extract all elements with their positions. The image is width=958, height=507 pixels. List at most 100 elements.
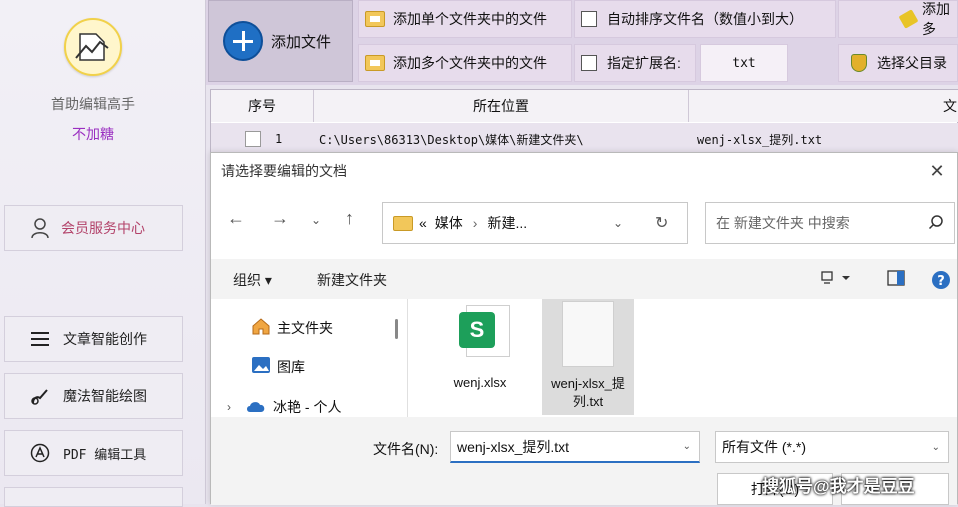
folder-icon xyxy=(393,215,413,231)
file-item-xlsx[interactable]: S wenj.xlsx xyxy=(434,299,526,415)
toolbar: 添加文件 添加单个文件夹中的文件 添加多个文件夹中的文件 自动排序文件名（数值小… xyxy=(206,0,958,85)
row-filename: wenj-xlsx_提列.txt xyxy=(697,132,823,147)
filename-value: wenj-xlsx_提列.txt xyxy=(457,438,570,455)
add-multi-folder-button[interactable]: 添加多个文件夹中的文件 xyxy=(358,44,572,82)
expand-chevron-icon[interactable]: › xyxy=(227,400,231,414)
svg-text:?: ? xyxy=(937,274,945,289)
auto-sort-checkbox[interactable] xyxy=(581,11,597,27)
specify-ext-label: 指定扩展名: xyxy=(607,55,681,71)
auto-sort-checkbox-row[interactable]: 自动排序文件名（数值小到大） xyxy=(574,0,836,38)
spreadsheet-icon: S xyxy=(459,305,510,357)
sidebar-item-label: 文章智能创作 xyxy=(63,331,147,347)
file-name: wenj.xlsx xyxy=(453,375,507,390)
up-icon[interactable]: ↑ xyxy=(345,208,354,229)
nav-item-label: 主文件夹 xyxy=(277,319,333,336)
filename-input[interactable]: wenj-xlsx_提列.txt ⌄ xyxy=(450,431,700,463)
preview-pane-icon[interactable] xyxy=(887,270,905,289)
add-file-button[interactable]: 添加文件 xyxy=(208,0,353,82)
specify-ext-checkbox-row[interactable]: 指定扩展名: xyxy=(574,44,696,82)
gallery-icon xyxy=(251,356,271,377)
sidebar-item-drawing[interactable]: 魔法智能绘图 xyxy=(4,373,183,419)
sidebar-item-article[interactable]: 文章智能创作 xyxy=(4,316,183,362)
nav-item-label: 冰艳 - 个人 xyxy=(273,399,342,415)
filename-label: 文件名(N): xyxy=(373,441,439,457)
brush-icon xyxy=(29,385,51,407)
column-header-index[interactable]: 序号 xyxy=(211,90,314,122)
forward-icon[interactable]: → xyxy=(271,208,289,229)
nav-item-onedrive[interactable]: › 冰艳 - 个人 xyxy=(227,397,341,417)
text-file-icon xyxy=(562,301,614,367)
sidebar-item-label: PDF 编辑工具 xyxy=(63,447,147,463)
address-prefix: « xyxy=(419,215,427,231)
add-single-folder-label: 添加单个文件夹中的文件 xyxy=(393,11,547,27)
app-logo xyxy=(64,18,122,76)
sidebar-item-label: 魔法智能绘图 xyxy=(63,388,147,404)
back-icon[interactable]: ← xyxy=(227,208,245,229)
file-name: wenj-xlsx_提列.txt xyxy=(551,376,625,409)
refresh-icon[interactable]: ↻ xyxy=(655,213,668,233)
chevron-down-icon[interactable]: ⌄ xyxy=(683,441,691,452)
sidebar-item-pdf[interactable]: PDF 编辑工具 xyxy=(4,430,183,476)
add-single-folder-button[interactable]: 添加单个文件夹中的文件 xyxy=(358,0,572,38)
view-options-icon[interactable] xyxy=(819,270,853,289)
file-type-value: 所有文件 (*.*) xyxy=(722,439,806,455)
select-parent-dir-label: 选择父目录 xyxy=(877,55,947,71)
close-icon[interactable]: ✕ xyxy=(923,157,951,185)
address-bar[interactable]: « 媒体 › 新建... ⌄ ↻ xyxy=(382,202,688,244)
plus-circle-icon xyxy=(223,21,263,61)
command-bar: 组织 ▾ 新建文件夹 ? xyxy=(211,259,957,299)
table-row[interactable]: 1 C:\Users\86313\Desktop\媒体\新建文件夹\ wenj-… xyxy=(211,123,958,155)
pdf-icon xyxy=(29,442,51,464)
open-file-dialog: 请选择要编辑的文档 ✕ ← → ⌄ ↑ « 媒体 › 新建... ⌄ ↻ 在 新… xyxy=(210,152,958,505)
search-icon xyxy=(928,214,944,233)
row-index: 1 xyxy=(275,132,283,146)
specify-ext-checkbox[interactable] xyxy=(581,55,597,71)
help-icon[interactable]: ? xyxy=(931,270,951,293)
watermark: 搜狐号@我才是豆豆 xyxy=(762,477,915,496)
dialog-title: 请选择要编辑的文档 xyxy=(221,163,347,179)
column-header-location[interactable]: 所在位置 xyxy=(314,90,689,122)
add-more-button[interactable]: 添加多 xyxy=(838,0,958,38)
add-multi-folder-label: 添加多个文件夹中的文件 xyxy=(393,55,547,71)
extension-input[interactable]: txt xyxy=(700,44,788,82)
row-checkbox[interactable] xyxy=(245,123,263,155)
new-folder-button[interactable]: 新建文件夹 xyxy=(317,270,387,290)
search-input[interactable]: 在 新建文件夹 中搜索 xyxy=(705,202,955,244)
nav-scrollbar[interactable] xyxy=(395,319,398,339)
nav-item-home[interactable]: 主文件夹 xyxy=(251,317,333,338)
address-dropdown-icon[interactable]: ⌄ xyxy=(613,216,623,230)
app-name: 首助编辑高手 xyxy=(51,96,135,112)
member-center-button[interactable]: 会员服务中心 xyxy=(4,205,183,251)
shield-icon xyxy=(851,54,867,72)
file-item-txt[interactable]: wenj-xlsx_提列.txt xyxy=(542,299,634,415)
sidebar: 首助编辑高手 不加糖 会员服务中心 文章智能创作 魔法智能绘图 PDF 编辑工具 xyxy=(0,0,206,507)
cloud-icon xyxy=(245,399,267,416)
app-subtitle: 不加糖 xyxy=(72,126,114,142)
organize-menu[interactable]: 组织 ▾ xyxy=(233,270,272,290)
menu-lines-icon xyxy=(29,328,51,350)
chevron-down-icon[interactable]: ⌄ xyxy=(932,442,940,453)
file-table: 序号 所在位置 文 1 C:\Users\86313\Desktop\媒体\新建… xyxy=(210,89,958,155)
column-header-name[interactable]: 文 xyxy=(689,90,958,122)
file-list: S wenj.xlsx wenj-xlsx_提列.txt xyxy=(407,299,957,417)
nav-item-gallery[interactable]: 图库 xyxy=(251,356,305,377)
folder-icon xyxy=(365,11,385,27)
auto-sort-label: 自动排序文件名（数值小到大） xyxy=(607,11,803,27)
recent-dropdown-icon[interactable]: ⌄ xyxy=(311,213,321,227)
add-file-label: 添加文件 xyxy=(271,33,332,51)
member-center-label: 会员服务中心 xyxy=(61,220,145,236)
address-part-newfolder[interactable]: 新建... xyxy=(487,213,527,233)
sidebar-item-more[interactable] xyxy=(4,487,183,507)
address-part-media[interactable]: 媒体 xyxy=(435,213,463,233)
user-icon xyxy=(29,217,51,239)
file-type-select[interactable]: 所有文件 (*.*) ⌄ xyxy=(715,431,949,463)
search-placeholder: 在 新建文件夹 中搜索 xyxy=(716,215,850,231)
folder-icon xyxy=(365,55,385,71)
home-icon xyxy=(251,317,271,338)
row-location: C:\Users\86313\Desktop\媒体\新建文件夹\ xyxy=(319,132,584,147)
nav-item-label: 图库 xyxy=(277,358,305,375)
select-parent-dir-button[interactable]: 选择父目录 xyxy=(838,44,958,82)
navigation-pane: 主文件夹 图库 › 冰艳 - 个人 xyxy=(211,299,403,417)
tag-icon xyxy=(898,9,919,29)
add-more-label: 添加多 xyxy=(922,1,950,37)
